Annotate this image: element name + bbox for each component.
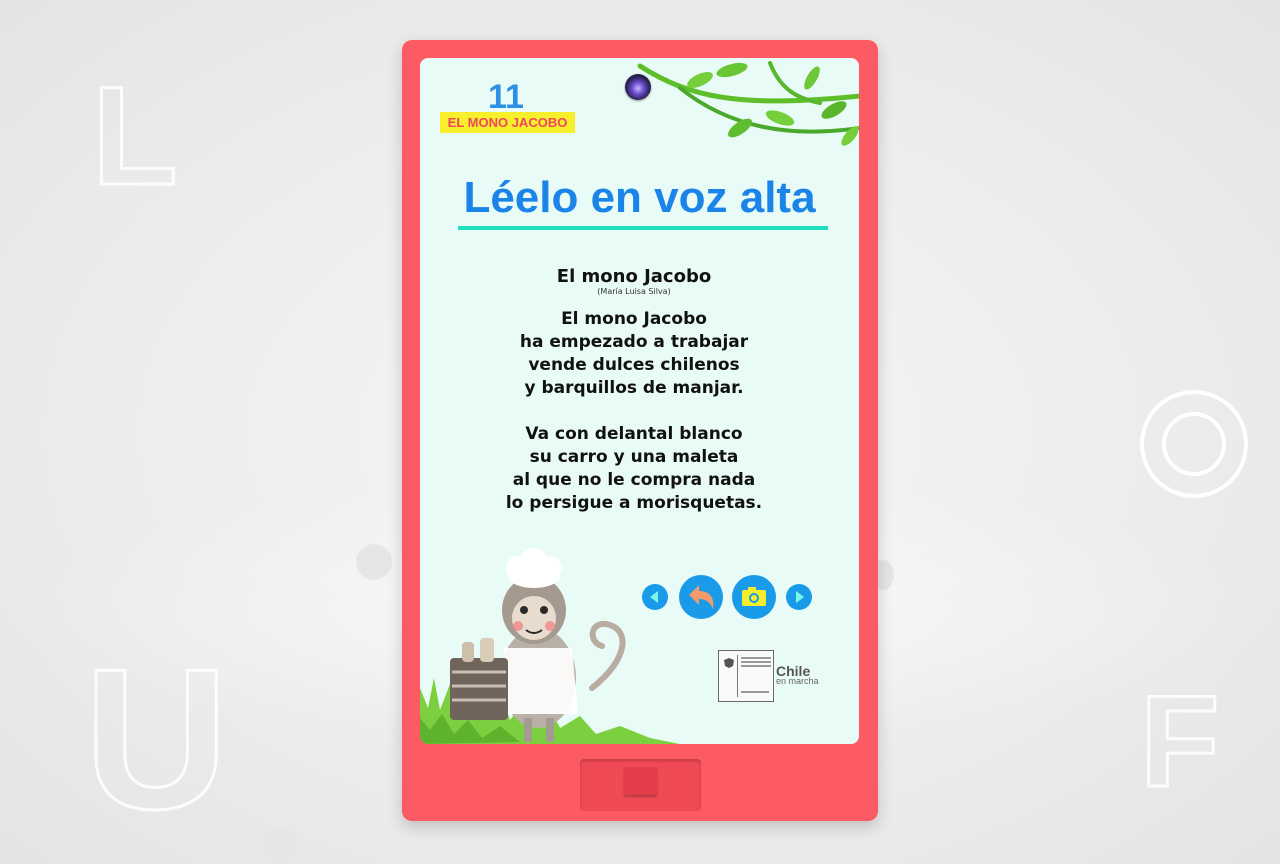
section-label: EL MONO JACOBO bbox=[440, 112, 575, 133]
back-arrow-icon bbox=[689, 585, 714, 609]
next-page-button[interactable] bbox=[786, 584, 812, 610]
page-number: 11 bbox=[488, 78, 524, 116]
tablet-screen: 11 EL MONO JACOBO Léelo en voz alta El m… bbox=[420, 58, 859, 744]
poem-stanza-1: El mono Jacobo ha empezado a trabajar ve… bbox=[420, 308, 848, 400]
poem-line: al que no le compra nada bbox=[512, 470, 756, 490]
background-dot bbox=[356, 544, 392, 580]
home-button[interactable] bbox=[580, 759, 701, 811]
poem-author: (María Luisa Silva) bbox=[597, 287, 671, 296]
crest-icon bbox=[724, 658, 734, 668]
poem-line: lo persigue a morisquetas. bbox=[505, 493, 763, 513]
camera-icon bbox=[742, 587, 766, 606]
previous-page-button[interactable] bbox=[642, 584, 668, 610]
poem-title: El mono Jacobo bbox=[556, 266, 712, 287]
poem-line: vende dulces chilenos bbox=[528, 355, 740, 375]
poem-line: Va con delantal blanco bbox=[525, 424, 743, 444]
poem-line: ha empezado a trabajar bbox=[519, 332, 749, 352]
page-heading: Léelo en voz alta bbox=[463, 173, 816, 222]
heading-underline bbox=[458, 226, 828, 230]
poem-line: su carro y una maleta bbox=[529, 447, 739, 467]
poem-stanza-2: Va con delantal blanco su carro y una ma… bbox=[420, 423, 848, 515]
tablet-frame: 11 EL MONO JACOBO Léelo en voz alta El m… bbox=[402, 40, 878, 821]
next-arrow-icon bbox=[796, 591, 804, 603]
home-button-slot bbox=[624, 767, 657, 795]
previous-arrow-icon bbox=[650, 591, 658, 603]
brand-logo-subtext: en marcha bbox=[776, 676, 819, 686]
poem-line: El mono Jacobo bbox=[561, 309, 707, 329]
background-ring-o bbox=[1140, 390, 1248, 498]
poem-line: y barquillos de manjar. bbox=[524, 378, 744, 398]
ministry-logo bbox=[718, 650, 774, 702]
front-camera-icon bbox=[625, 74, 651, 100]
back-button[interactable] bbox=[679, 575, 723, 619]
background-dot bbox=[262, 828, 298, 864]
vine-decoration bbox=[637, 61, 859, 146]
background-letter-f: F bbox=[1138, 668, 1220, 814]
background-letter-l: L bbox=[91, 57, 180, 214]
camera-button[interactable] bbox=[732, 575, 776, 619]
background-letter-u: U bbox=[82, 628, 229, 851]
monkey-illustration bbox=[420, 548, 680, 744]
